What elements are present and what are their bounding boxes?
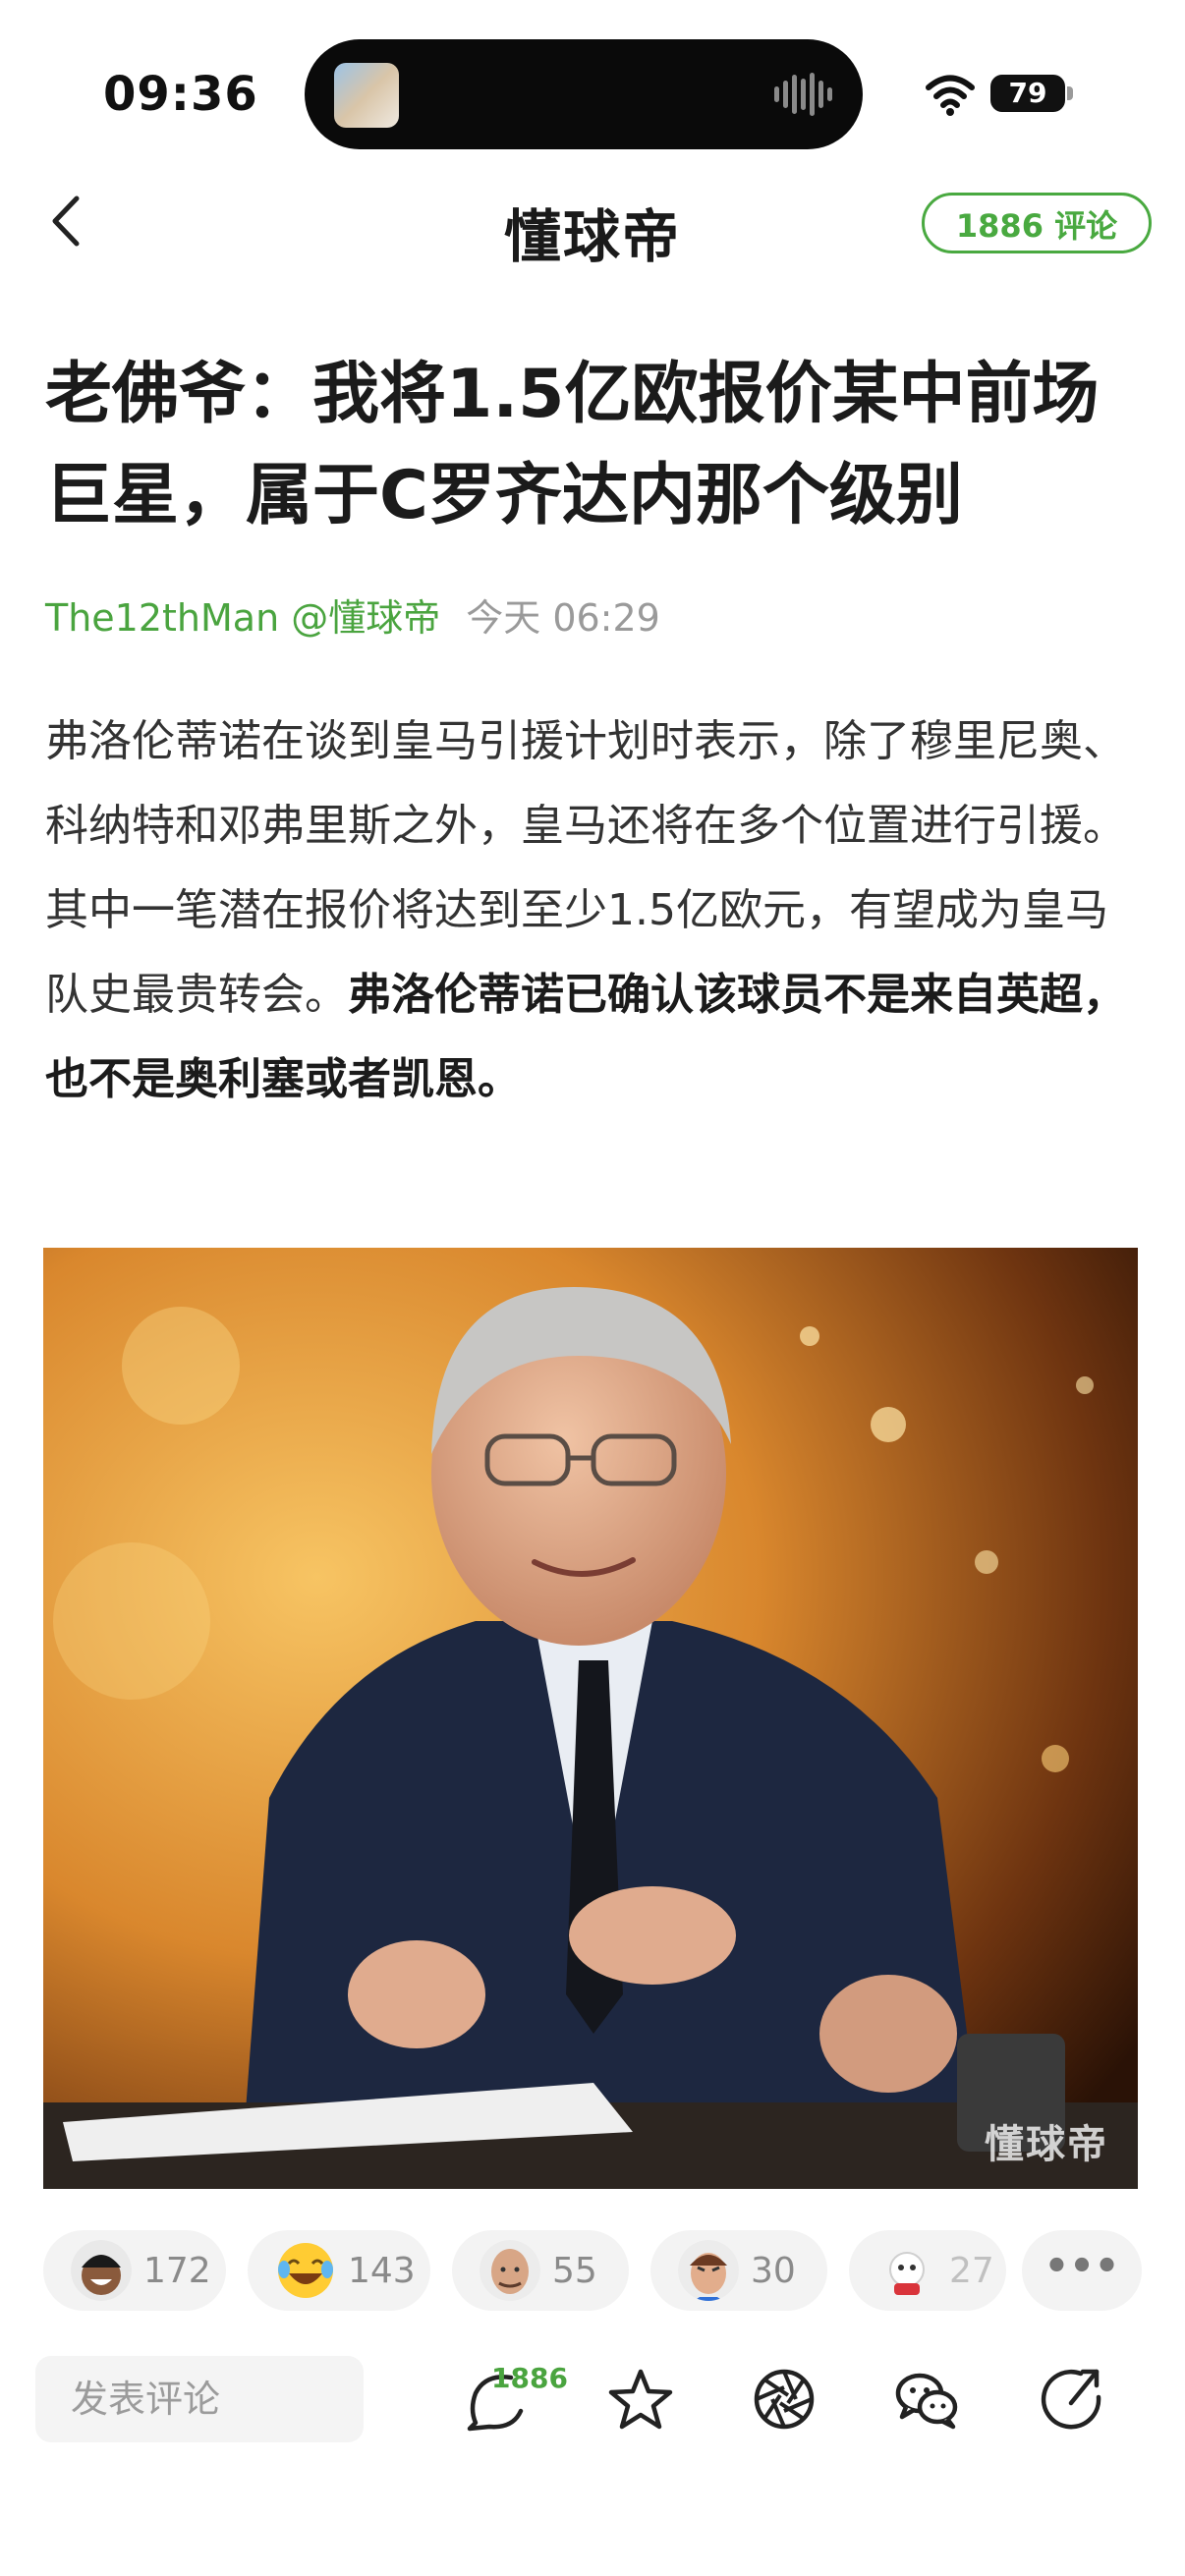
comment-input[interactable]: 发表评论 <box>35 2356 364 2442</box>
comments-count-button[interactable]: 1886 评论 <box>922 193 1152 253</box>
article-meta: The12thMan @懂球帝 今天 06:29 <box>45 588 660 642</box>
wifi-icon <box>926 75 975 116</box>
photo-illustration <box>43 1248 1138 2189</box>
now-playing-thumbnail-icon <box>334 63 399 128</box>
reaction-count: 30 <box>751 2250 796 2291</box>
article-title: 老佛爷：我将1.5亿欧报价某中前场巨星，属于C罗齐达内那个级别 <box>45 356 1100 534</box>
reaction-count: 172 <box>143 2250 211 2291</box>
reaction-count: 27 <box>949 2250 994 2291</box>
image-watermark: 懂球帝 <box>985 2122 1108 2167</box>
comment-count-badge: 1886 <box>491 2362 568 2394</box>
reaction-bar: 172 143 55 30 27 ••• <box>43 2230 1144 2311</box>
bald-man-avatar-icon <box>480 2240 540 2301</box>
author-link[interactable]: The12thMan @懂球帝 <box>45 596 440 640</box>
publish-date: 今天 06:29 <box>466 596 660 640</box>
reaction-count: 55 <box>552 2250 597 2291</box>
status-time: 09:36 <box>103 67 258 122</box>
article-photo[interactable]: 懂球帝 <box>43 1248 1138 2189</box>
battery-nub <box>1067 86 1073 100</box>
battery-indicator: 79 <box>990 75 1065 112</box>
back-chevron-icon[interactable] <box>39 187 98 255</box>
article-body: 弗洛伦蒂诺在谈到皇马引援计划时表示，除了穆里尼奥、科纳特和邓弗里斯之外，皇马还将… <box>45 700 1144 1122</box>
reaction-chip[interactable]: 30 <box>650 2230 827 2311</box>
star-favorite-icon[interactable] <box>605 2364 676 2435</box>
reaction-chip[interactable]: 55 <box>452 2230 629 2311</box>
reaction-chip[interactable]: 143 <box>248 2230 430 2311</box>
reaction-chip[interactable]: 172 <box>43 2230 226 2311</box>
mascot-avatar-icon <box>876 2240 937 2301</box>
angry-man-avatar-icon <box>678 2240 739 2301</box>
share-arrow-icon[interactable] <box>1036 2364 1106 2435</box>
tears-of-joy-emoji-icon <box>278 2243 333 2298</box>
laughing-avatar-icon <box>71 2240 132 2301</box>
reaction-chip[interactable]: 27 <box>849 2230 1006 2311</box>
audio-waveform-icon <box>774 73 832 116</box>
dynamic-island[interactable] <box>305 39 863 149</box>
reaction-count: 143 <box>348 2250 416 2291</box>
more-reactions-button[interactable]: ••• <box>1022 2230 1142 2311</box>
app-logo: 懂球帝 <box>503 203 681 270</box>
moments-share-icon[interactable] <box>749 2364 819 2435</box>
wechat-share-icon[interactable] <box>892 2364 963 2435</box>
